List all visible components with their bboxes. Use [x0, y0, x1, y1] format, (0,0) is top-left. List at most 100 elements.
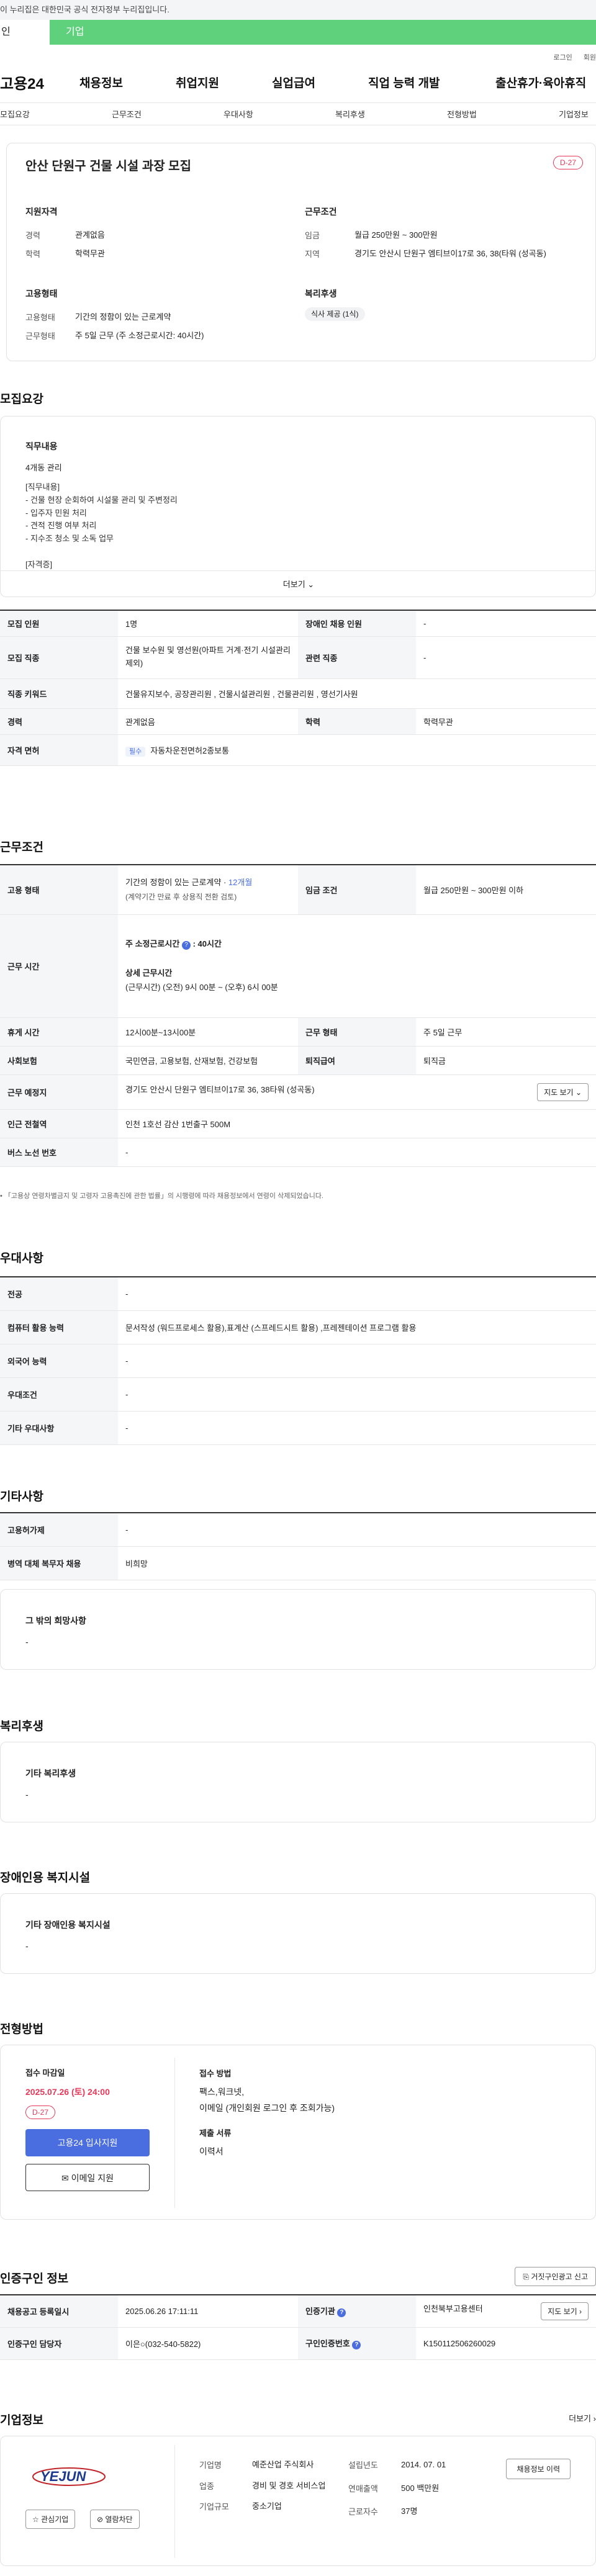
td: 퇴직금 — [416, 1046, 596, 1075]
page: 이 누리집은 대한민국 공식 전자정부 누리집입니다. 인 기업 로그인 회원 … — [0, 0, 596, 2576]
work-section-title: 근무조건 — [0, 841, 43, 854]
th: 외국어 능력 — [0, 1344, 118, 1378]
chevron-right-icon: › — [593, 2414, 596, 2423]
th: 자격 면허 — [0, 734, 118, 766]
tab-individual[interactable]: 인 — [0, 20, 50, 45]
subnav-benefit[interactable]: 복리후생 — [335, 108, 447, 120]
table-row: 외국어 능력 - — [0, 1344, 596, 1378]
td: - — [118, 1377, 596, 1412]
th: 근무 시간 — [0, 914, 118, 1018]
td: 주 5일 근무 — [416, 1017, 596, 1047]
other-wish-title: 그 밖의 희망사항 — [25, 1616, 86, 1626]
td: 필수 자동차운전면허2종보통 — [118, 734, 596, 766]
td: K150112506260029 — [416, 2327, 596, 2360]
td: 인천북부고용센터 지도 보기 › — [416, 2295, 596, 2328]
cert-number-label: 구인인증번호 — [305, 2339, 350, 2348]
info-icon[interactable]: ? — [337, 2308, 346, 2318]
info-icon[interactable]: ? — [181, 941, 191, 950]
block-icon: ⊘ — [97, 2515, 104, 2524]
site-logo[interactable]: 고용24 — [0, 71, 79, 93]
pref-table: 전공 - 컴퓨터 활용 능력 문서작성 (워드프로세스 활용),표계산 (스프레드시… — [0, 1276, 596, 1445]
sub-nav: 모집요강 근무조건 우대사항 복리후생 전형방법 기업정보 — [0, 103, 596, 125]
th: 고용허가제 — [0, 1513, 118, 1547]
td: 건물유지보수, 공장관리원 , 건물시설관리원 , 건물관리원 , 영선기사원 — [118, 678, 596, 709]
divider — [174, 2445, 175, 2558]
method-value-1: 팩스,워크넷, — [199, 2087, 245, 2097]
subnav-pref[interactable]: 우대사항 — [224, 108, 335, 120]
company-info-col1: 기업명 예준산업 주식회사 업종 경비 및 경호 서비스업 기업규모 중소기업 — [199, 2459, 336, 2519]
th: 근무 형태 — [298, 1017, 416, 1047]
td: 이은○(032-540-5822) — [118, 2327, 298, 2360]
other-wish-card: 그 밖의 희망사항 - — [0, 1589, 596, 1670]
disabled-sub: 기타 장애인용 복지시설 — [25, 1920, 111, 1930]
disabled-value: - — [25, 1941, 29, 1951]
docs-value: 이력서 — [199, 2146, 224, 2157]
th: 우대조건 — [0, 1377, 118, 1412]
duty-text: [직무내용] - 건물 현장 순회하여 시설물 관리 및 주변정리 - 입주자 … — [25, 482, 178, 569]
nav-unemployment-benefit[interactable]: 실업급여 — [272, 74, 368, 91]
table-row: 자격 면허 필수 자동차운전면허2종보통 — [0, 734, 596, 766]
table-row: 모집 인원 1명 장애인 채용 인원 - — [0, 610, 596, 637]
nav-parental-leave[interactable]: 출산휴가·육아휴직 — [495, 74, 586, 91]
table-row: 전공 - — [0, 1277, 596, 1311]
contract-months: 12개월 — [228, 877, 253, 887]
email-apply-button[interactable]: ✉ 이메일 지원 — [25, 2164, 150, 2191]
age-law-note: • 「고용상 연령차별금지 및 고령자 고용촉진에 관한 법률」의 시행령에 따… — [0, 1192, 323, 1200]
join-link[interactable]: 회원 — [584, 52, 596, 62]
cert-map-button-label: 지도 보기 — [548, 2307, 577, 2316]
table-row: 사회보험 국민연금, 고용보험, 산재보험, 건강보험 퇴직급여 퇴직금 — [0, 1046, 596, 1075]
company-value: 2014. 07. 01 — [401, 2460, 446, 2469]
job-history-button[interactable]: 채용정보 이력 — [506, 2459, 571, 2479]
disabled-card: 기타 장애인용 복지시설 - — [0, 1893, 596, 1974]
table-row: 고용허가제 - — [0, 1513, 596, 1547]
company-more-link[interactable]: 더보기 › — [569, 2412, 596, 2424]
td: 국민연금, 고용보험, 산재보험, 건강보험 — [118, 1046, 298, 1075]
company-value: 예준산업 주식회사 — [252, 2460, 314, 2469]
th: 채용공고 등록일시 — [0, 2295, 118, 2328]
th: 모집 직종 — [0, 636, 118, 679]
cert-map-button[interactable]: 지도 보기 › — [541, 2302, 589, 2320]
apply-button[interactable]: 고용24 입사지원 — [25, 2129, 150, 2156]
subnav-company[interactable]: 기업정보 — [559, 108, 589, 120]
table-row: 버스 노선 번호 - — [0, 1138, 596, 1167]
benefit-sub: 기타 복리후생 — [25, 1768, 76, 1778]
cond-block: 근무조건 임금 월급 250만원 ~ 300만원 지역 경기도 안산시 단원구 엠티… — [305, 205, 578, 266]
benefit-value: - — [25, 1790, 29, 1799]
td: 1명 — [118, 610, 298, 637]
nav-training[interactable]: 직업 능력 개발 — [368, 74, 495, 91]
email-apply-label: 이메일 지원 — [71, 2173, 114, 2183]
table-row: 근무 예정지 경기도 안산시 단원구 엠티브이17로 36, 38타워 (성곡동)… — [0, 1074, 596, 1110]
map-button[interactable]: 지도 보기 ⌄ — [537, 1083, 589, 1101]
subnav-work[interactable]: 근무조건 — [112, 108, 224, 120]
work-table: 고용 형태 기간의 정함이 있는 근로계약 · 12개월 (계약기간 만료 후 상용… — [0, 864, 596, 1167]
th: 장애인 채용 인원 — [298, 610, 416, 637]
td: 학력무관 — [416, 708, 596, 735]
td: - — [118, 1138, 596, 1167]
detail-hours-value: (근무시간) (오전) 9시 00분 ~ (오후) 6시 00분 — [125, 983, 278, 993]
weekly-hours-value: : 40시간 — [192, 939, 222, 949]
welfare-tag: 식사 제공 (1식) — [305, 307, 365, 321]
qual-value: 학력무관 — [75, 248, 105, 258]
welfare-block: 복리후생 식사 제공 (1식) — [305, 287, 365, 321]
more-button[interactable]: 더보기 ⌄ — [1, 570, 596, 598]
th: 버스 노선 번호 — [0, 1138, 118, 1167]
subnav-apply[interactable]: 전형방법 — [447, 108, 559, 120]
nav-jobs[interactable]: 채용정보 — [79, 74, 176, 91]
info-icon[interactable]: ? — [352, 2341, 361, 2349]
deadline-block: 접수 마감일 2025.07.26 (토) 24:00 D-27 고용24 입사… — [25, 2066, 174, 2191]
nav-employment-support[interactable]: 취업지원 — [176, 74, 272, 91]
company-key: 업종 — [199, 2481, 214, 2491]
table-row: 채용공고 등록일시 2025.06.26 17:11:11 인증기관 ? 인천북부고용… — [0, 2295, 596, 2328]
report-button-label: 거짓구인광고 신고 — [531, 2272, 588, 2281]
block-button[interactable]: ⊘ 열람차단 — [90, 2510, 140, 2529]
recruit-section-title: 모집요강 — [0, 393, 43, 406]
favorite-company-button[interactable]: ☆ 관심기업 — [25, 2510, 76, 2529]
subnav-recruit[interactable]: 모집요강 — [0, 108, 112, 120]
td: 비희망 — [118, 1546, 596, 1580]
report-button[interactable]: ⎘ 거짓구인광고 신고 — [515, 2267, 596, 2286]
login-link[interactable]: 로그인 — [553, 52, 572, 62]
td: 문서작성 (워드프로세스 활용),표계산 (스프레드시트 활용) ,프레젠테이션… — [118, 1310, 596, 1344]
th: 임금 조건 — [298, 865, 416, 915]
table-row: 병역 대체 복무자 채용 비희망 — [0, 1546, 596, 1580]
tab-company[interactable]: 기업 — [50, 20, 596, 45]
